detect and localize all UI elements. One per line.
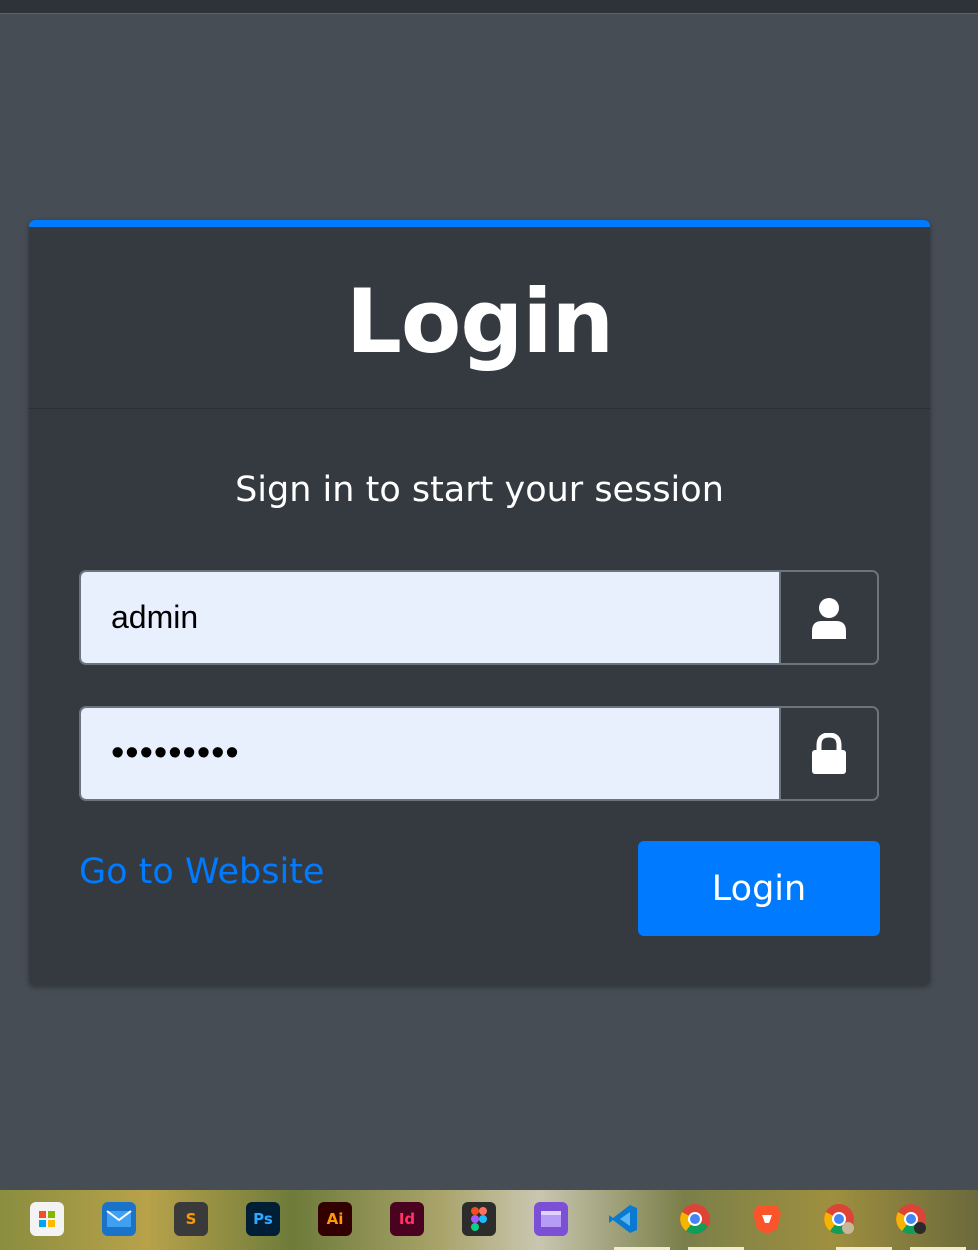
photoshop-icon[interactable]: Ps — [246, 1202, 280, 1236]
password-addon — [779, 708, 877, 799]
sublime-text-icon[interactable]: S — [174, 1202, 208, 1236]
login-card: Login Sign in to start your session admi… — [29, 220, 930, 985]
mail-icon[interactable] — [102, 1202, 136, 1236]
username-input-group: admin — [79, 570, 879, 665]
indesign-icon[interactable]: Id — [390, 1202, 424, 1236]
go-to-website-link[interactable]: Go to Website — [79, 852, 324, 892]
vscode-icon[interactable] — [606, 1202, 640, 1236]
brave-icon[interactable] — [750, 1202, 784, 1236]
chrome-profile-2-icon[interactable] — [894, 1202, 928, 1236]
password-field[interactable]: ••••••••• — [81, 708, 779, 799]
lock-icon — [812, 732, 846, 774]
chrome-profile-icon[interactable] — [822, 1202, 856, 1236]
card-header: Login — [29, 227, 930, 409]
taskbar: S Ps Ai Id — [0, 1190, 978, 1250]
clipchamp-icon[interactable] — [534, 1202, 568, 1236]
login-subtitle: Sign in to start your session — [235, 470, 724, 510]
user-icon — [812, 597, 846, 639]
login-button[interactable]: Login — [638, 841, 880, 936]
page-title: Login — [345, 270, 614, 373]
card-accent-bar — [29, 220, 930, 227]
browser-top-strip — [0, 0, 978, 14]
password-input-group: ••••••••• — [79, 706, 879, 801]
figma-icon[interactable] — [462, 1202, 496, 1236]
illustrator-icon[interactable]: Ai — [318, 1202, 352, 1236]
username-addon — [779, 572, 877, 663]
taskbar-icons: S Ps Ai Id — [30, 1202, 928, 1236]
chrome-icon[interactable] — [678, 1202, 712, 1236]
username-field[interactable]: admin — [81, 572, 779, 663]
microsoft-store-icon[interactable] — [30, 1202, 64, 1236]
